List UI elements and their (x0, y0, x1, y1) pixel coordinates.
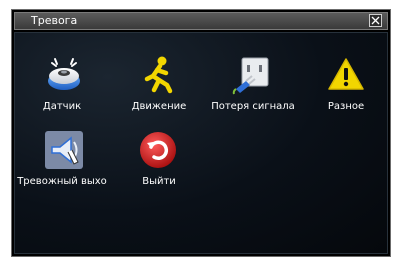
exit-icon (140, 132, 176, 168)
warning-icon (328, 58, 364, 90)
menu-panel: Датчик Движение Потеря сигнала Разное Тр… (14, 32, 388, 254)
sensor-icon (48, 58, 80, 90)
menu-label-misc: Разное (327, 101, 365, 112)
alarm-output-icon (45, 131, 83, 169)
signal-loss-icon (232, 57, 269, 95)
close-icon (371, 16, 380, 25)
menu-label-exit: Выйти (142, 176, 176, 187)
alarm-window: Тревога Датчик Движение Потеря сигнала Р… (11, 9, 391, 257)
close-button[interactable] (369, 14, 382, 27)
title-bar: Тревога (14, 12, 388, 30)
window-title: Тревога (31, 14, 78, 27)
motion-icon (144, 56, 173, 94)
